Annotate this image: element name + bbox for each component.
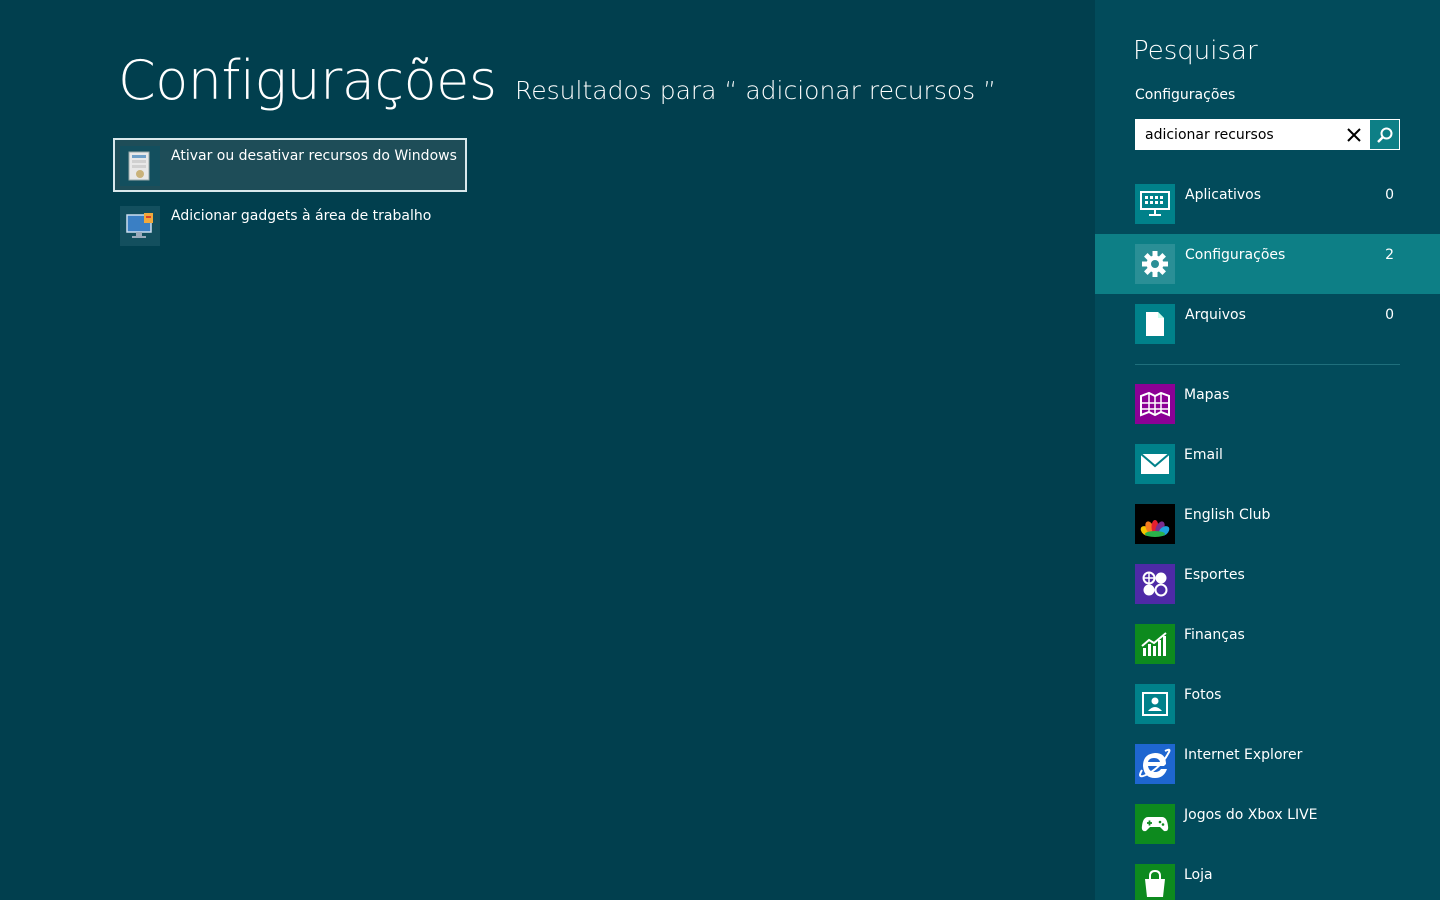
charm-title: Pesquisar <box>1133 36 1258 66</box>
peacock-icon <box>1135 504 1175 544</box>
app-label: Internet Explorer <box>1184 747 1303 763</box>
desktop-gadgets-icon <box>120 206 160 246</box>
search-scope-label: Configurações <box>1135 87 1236 103</box>
scope-label: Arquivos <box>1185 307 1246 323</box>
result-item-windows-features[interactable]: Ativar ou desativar recursos do Windows <box>113 138 467 192</box>
search-box <box>1135 119 1400 150</box>
app-label: Finanças <box>1184 627 1245 643</box>
app-label: Fotos <box>1184 687 1222 703</box>
app-item-fotos[interactable]: Fotos <box>1095 684 1440 744</box>
result-label: Adicionar gadgets à área de trabalho <box>171 208 432 224</box>
app-label: Loja <box>1184 867 1213 883</box>
file-icon <box>1135 304 1175 344</box>
gear-icon <box>1135 244 1175 284</box>
search-charm-pane: Pesquisar Configurações adicionar recurs… <box>1095 0 1440 900</box>
store-bag-icon <box>1135 864 1175 900</box>
app-item-internet-explorer[interactable]: Internet Explorer <box>1095 744 1440 804</box>
search-results-screen: Configurações Resultados para “ adiciona… <box>0 0 1440 900</box>
search-icon <box>1376 127 1392 143</box>
scope-apps[interactable]: Aplicativos 0 <box>1095 174 1440 234</box>
clear-search-button[interactable] <box>1339 119 1369 150</box>
scope-files[interactable]: Arquivos 0 <box>1095 294 1440 354</box>
scope-count: 0 <box>1385 307 1394 323</box>
photo-icon <box>1135 684 1175 724</box>
finance-chart-icon <box>1135 624 1175 664</box>
app-item-esportes[interactable]: Esportes <box>1095 564 1440 624</box>
map-icon <box>1135 384 1175 424</box>
app-item-xbox-games[interactable]: Jogos do Xbox LIVE <box>1095 804 1440 864</box>
app-item-financas[interactable]: Finanças <box>1095 624 1440 684</box>
game-controller-icon <box>1135 804 1175 844</box>
results-heading: Resultados para “ adicionar recursos ” <box>515 76 997 105</box>
app-label: English Club <box>1184 507 1271 523</box>
scope-settings[interactable]: Configurações 2 <box>1095 234 1440 294</box>
app-label: Esportes <box>1184 567 1245 583</box>
app-label: Mapas <box>1184 387 1230 403</box>
sports-icon <box>1135 564 1175 604</box>
page-title: Configurações <box>118 49 497 112</box>
result-label: Ativar ou desativar recursos do Windows <box>171 148 457 164</box>
apps-icon <box>1135 184 1175 224</box>
windows-features-icon <box>120 146 160 186</box>
scope-count: 2 <box>1385 247 1394 263</box>
search-input[interactable] <box>1135 119 1335 150</box>
app-item-email[interactable]: Email <box>1095 444 1440 504</box>
divider <box>1135 364 1400 365</box>
app-item-loja[interactable]: Loja <box>1095 864 1440 900</box>
app-item-mapas[interactable]: Mapas <box>1095 384 1440 444</box>
app-label: Jogos do Xbox LIVE <box>1184 807 1318 823</box>
close-icon <box>1347 127 1361 142</box>
result-item-desktop-gadgets[interactable]: Adicionar gadgets à área de trabalho <box>113 198 467 252</box>
scope-label: Aplicativos <box>1185 187 1262 203</box>
internet-explorer-icon <box>1135 744 1175 784</box>
app-label: Email <box>1184 447 1223 463</box>
mail-icon <box>1135 444 1175 484</box>
search-button[interactable] <box>1370 120 1399 149</box>
scope-label: Configurações <box>1185 247 1286 263</box>
scope-count: 0 <box>1385 187 1394 203</box>
app-item-english-club[interactable]: English Club <box>1095 504 1440 564</box>
